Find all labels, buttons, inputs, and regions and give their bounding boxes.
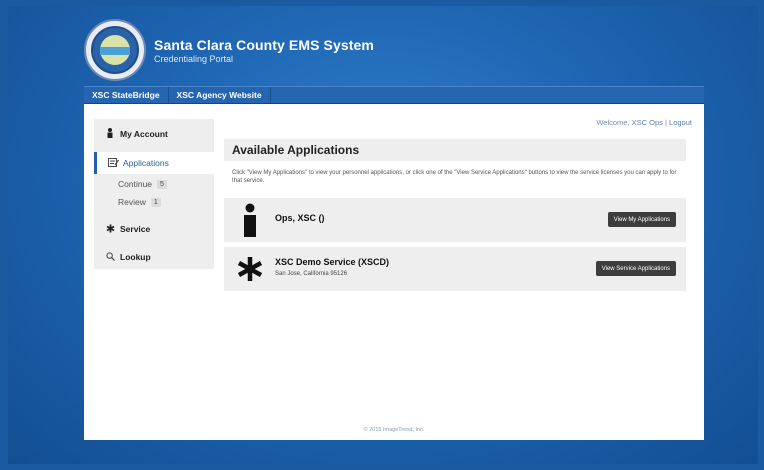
sidebar: My Account Applications Continue 5 Revie… [94, 119, 214, 269]
nav-link-agency-website[interactable]: XSC Agency Website [169, 87, 271, 103]
sidebar-item-service[interactable]: Service [94, 218, 214, 240]
search-icon [104, 251, 116, 263]
welcome-prefix: Welcome, [596, 118, 630, 127]
continue-count-badge: 5 [157, 179, 167, 189]
county-seal-logo [84, 19, 146, 81]
personnel-card: Ops, XSC () View My Applications [224, 198, 686, 242]
sidebar-item-my-account[interactable]: My Account [94, 123, 214, 145]
service-card: XSC Demo Service (XSCD) San Jose, Califo… [224, 247, 686, 291]
personnel-name: Ops, XSC () [275, 213, 325, 223]
sidebar-item-applications[interactable]: Applications [94, 152, 214, 174]
page-title-box: Available Applications [224, 139, 686, 161]
asterisk-icon [236, 252, 264, 286]
person-icon [236, 203, 264, 237]
page-background: Santa Clara County EMS System Credential… [8, 6, 758, 464]
logout-link[interactable]: Logout [669, 118, 692, 127]
user-link[interactable]: XSC Ops [632, 118, 663, 127]
review-count-badge: 1 [150, 197, 161, 207]
content-panel: Welcome, XSC Ops | Logout My Account App… [84, 104, 704, 440]
page-title: Available Applications [232, 143, 360, 157]
sidebar-item-review[interactable]: Review 1 [118, 197, 161, 207]
sidebar-label-review: Review [118, 197, 146, 207]
sidebar-label-applications: Applications [123, 158, 169, 168]
footer-copyright: © 2015 ImageTrend, Inc. [363, 427, 425, 433]
welcome-separator: | [665, 118, 667, 127]
sidebar-label-continue: Continue [118, 179, 153, 189]
person-icon [104, 128, 116, 140]
sidebar-item-lookup[interactable]: Lookup [94, 246, 214, 268]
site-header: Santa Clara County EMS System Credential… [84, 14, 704, 86]
application-icon [107, 157, 119, 169]
sidebar-label-lookup: Lookup [120, 252, 151, 262]
welcome-bar: Welcome, XSC Ops | Logout [596, 118, 692, 127]
top-nav: XSC StateBridge XSC Agency Website [84, 86, 704, 104]
sidebar-label-service: Service [120, 224, 151, 234]
app-title: Santa Clara County EMS System [154, 36, 374, 53]
view-my-applications-button[interactable]: View My Applications [607, 212, 676, 227]
app-subtitle: Credentialing Portal [154, 53, 234, 64]
service-name: XSC Demo Service (XSCD) [275, 257, 390, 267]
sidebar-label-my-account: My Account [120, 129, 168, 139]
view-service-applications-button[interactable]: View Service Applications [595, 261, 676, 276]
nav-link-statebridge[interactable]: XSC StateBridge [84, 87, 169, 103]
service-icon [104, 224, 116, 235]
service-address: San Jose, California 95126 [275, 271, 348, 277]
instructions-text: Click "View My Applications" to view you… [232, 170, 677, 184]
header-titles: Santa Clara County EMS System Credential… [154, 37, 374, 64]
sidebar-item-continue[interactable]: Continue 5 [118, 179, 167, 189]
